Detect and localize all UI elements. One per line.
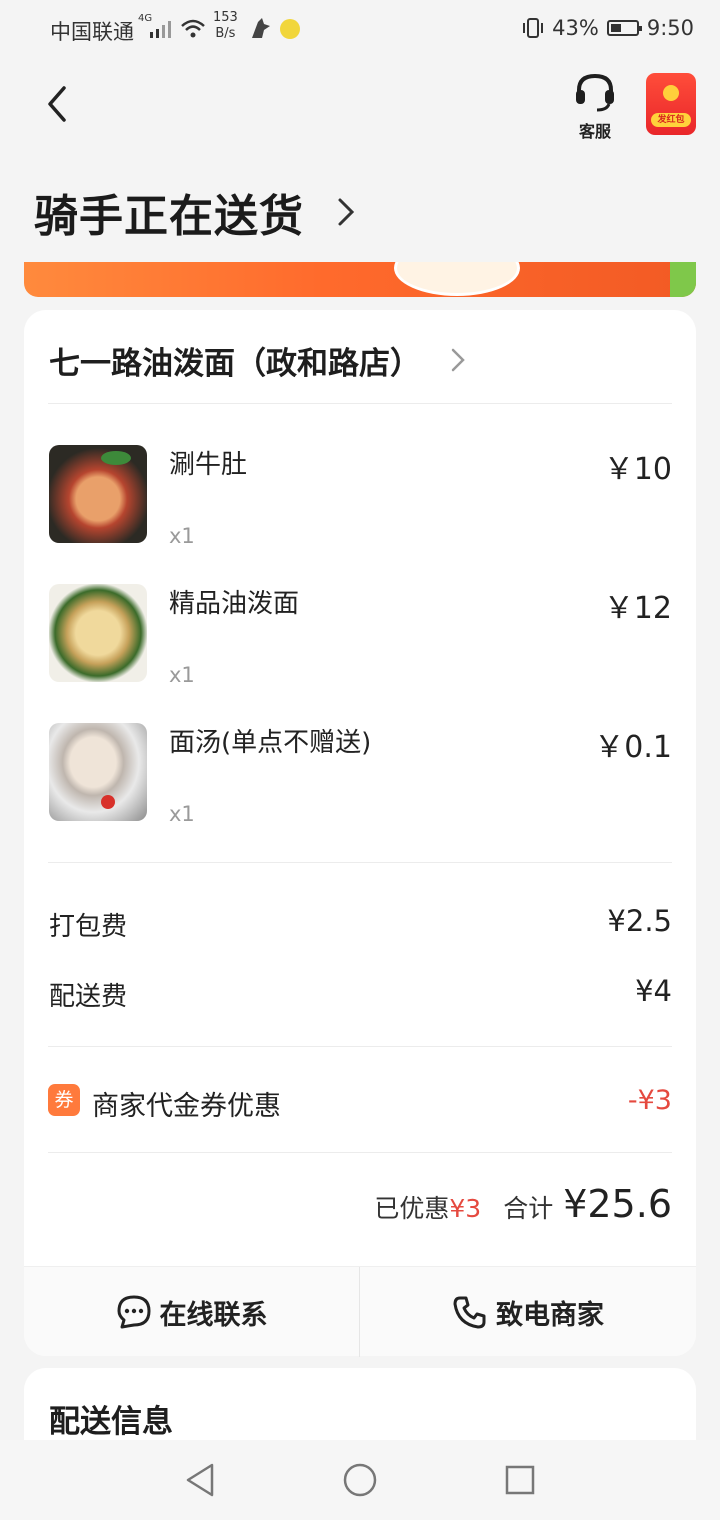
send-red-packet-button[interactable]: 发红包 [646,73,696,135]
banner-decoration [670,262,696,297]
total-value: ¥25.6 [563,1182,672,1226]
item-price: ￥10 [603,452,672,487]
clock: 9:50 [646,16,694,40]
item-name: 精品油泼面 [169,589,300,619]
app-notification-icon [252,18,270,38]
vibrate-icon [523,18,544,38]
divider [48,862,672,863]
item-price: ￥12 [603,591,672,626]
status-right: 43% 9:50 [522,16,694,40]
item-image[interactable] [49,445,147,543]
item-quantity: x1 [169,663,195,687]
nav-home-icon[interactable] [342,1462,378,1498]
total-label: 合计 [503,1194,554,1223]
packing-fee-label: 打包费 [49,912,128,942]
battery-percent: 43% [552,16,599,40]
coin-icon [663,85,679,101]
net-speed: 153 B/s [213,10,238,41]
red-packet-label: 发红包 [651,113,691,127]
order-total-row: 已优惠 ¥3 合计 ¥25.6 [374,1182,672,1226]
divider [48,1046,672,1047]
system-navigation-bar [0,1440,720,1520]
saved-value: ¥3 [449,1194,482,1223]
item-quantity: x1 [169,524,195,548]
delivery-fee-value: ¥4 [635,974,672,1008]
delivery-info-title: 配送信息 [49,1404,173,1440]
packing-fee-value: ¥2.5 [607,904,672,938]
status-bar: 中国联通 4G 153 B/s 43% 9:50 [0,0,720,58]
coupon-label: 商家代金券优惠 [92,1091,281,1122]
item-name: 涮牛肚 [169,450,248,480]
customer-service-button[interactable]: 客服 [568,72,622,141]
coupon-value: -¥3 [627,1085,672,1116]
chevron-right-icon[interactable] [450,347,466,373]
item-quantity: x1 [169,802,195,826]
item-price: ￥0.1 [594,730,672,765]
item-name: 面汤(单点不赠送) [169,728,372,758]
wifi-icon [181,19,205,38]
nav-recents-icon[interactable] [504,1464,536,1496]
chevron-right-icon[interactable] [336,196,356,228]
contact-actions: 在线联系 致电商家 [24,1266,696,1357]
customer-service-label: 客服 [578,122,611,141]
carrier-name: 中国联通 [50,20,134,44]
divider [48,403,672,404]
banner-food-image [394,262,520,296]
online-contact-button[interactable]: 在线联系 [24,1267,359,1357]
coupon-icon: 券 [48,1084,80,1116]
nav-back-icon[interactable] [184,1462,216,1498]
divider [48,1152,672,1153]
battery-icon [606,20,642,36]
headset-icon [576,73,614,112]
signal-icon [150,21,171,38]
delivery-fee-label: 配送费 [49,982,128,1012]
item-image[interactable] [49,723,147,821]
saved-label: 已优惠 [374,1194,450,1223]
call-merchant-button[interactable]: 致电商家 [360,1267,696,1357]
app-notification-icon [280,19,300,39]
chat-bubble-icon [117,1295,150,1329]
back-arrow-icon[interactable] [38,84,78,124]
item-image[interactable] [49,584,147,682]
shop-name[interactable]: 七一路油泼面（政和路店） [49,338,421,383]
call-merchant-label: 致电商家 [496,1299,604,1331]
page-title[interactable]: 骑手正在送货 [34,180,304,244]
rider-status-banner [24,262,696,297]
online-contact-label: 在线联系 [159,1299,268,1331]
phone-icon [453,1296,486,1329]
